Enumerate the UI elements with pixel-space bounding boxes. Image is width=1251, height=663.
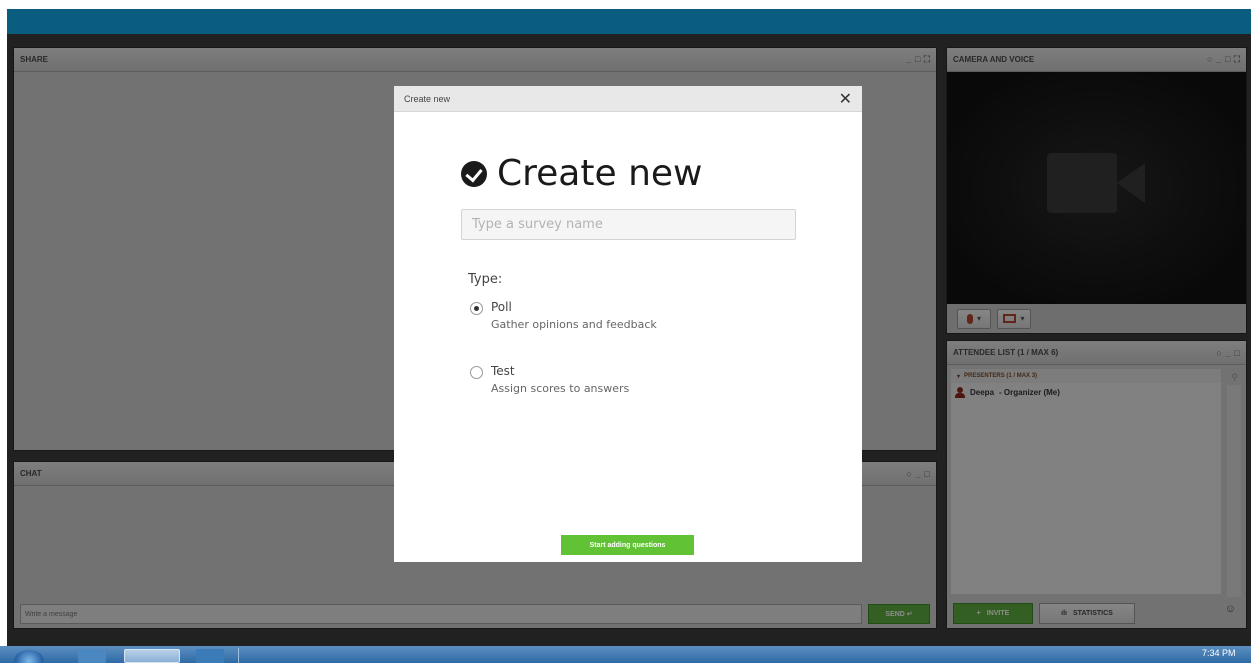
test-radio[interactable]	[470, 366, 483, 379]
taskbar-clock[interactable]: 7:34 PM	[1202, 648, 1236, 658]
dialog-title-row: Create new	[461, 153, 702, 194]
type-option-poll[interactable]: Poll Gather opinions and feedback	[470, 300, 657, 331]
taskbar-app-icon[interactable]	[124, 649, 180, 663]
start-orb-icon[interactable]	[14, 650, 44, 663]
type-label: Type:	[468, 272, 503, 287]
dialog-header-title: Create new	[404, 93, 451, 104]
top-bar	[7, 9, 1251, 34]
taskbar-app-icon[interactable]	[196, 649, 224, 663]
os-taskbar: 7:34 PM	[0, 646, 1251, 663]
test-option-description: Assign scores to answers	[491, 382, 630, 395]
survey-name-input[interactable]	[461, 209, 796, 240]
create-survey-dialog: Create new ✕ Create new Type: Poll Gathe…	[394, 86, 862, 562]
taskbar-divider	[238, 648, 239, 663]
poll-option-description: Gather opinions and feedback	[491, 318, 657, 331]
dialog-header: Create new ✕	[394, 86, 862, 112]
poll-radio[interactable]	[470, 302, 483, 315]
type-option-test[interactable]: Test Assign scores to answers	[470, 364, 629, 395]
test-option-title: Test	[491, 364, 515, 378]
dialog-title: Create new	[497, 153, 703, 194]
close-icon[interactable]: ✕	[839, 89, 852, 109]
start-adding-questions-button[interactable]: Start adding questions	[561, 535, 694, 555]
taskbar-app-icon[interactable]	[78, 649, 106, 663]
check-circle-icon	[461, 160, 487, 187]
poll-option-title: Poll	[491, 300, 512, 314]
